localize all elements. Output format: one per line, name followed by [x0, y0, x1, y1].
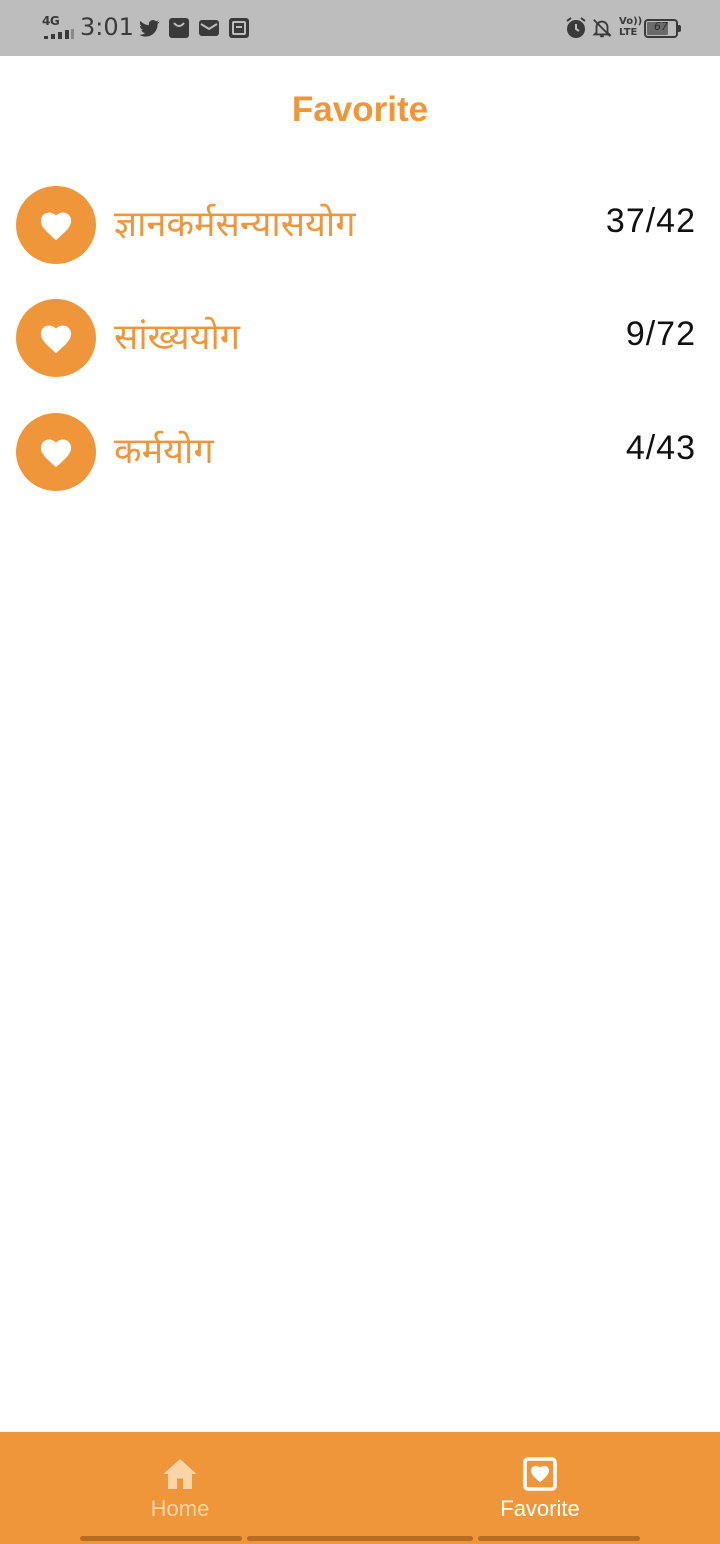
shopping-bag-icon [169, 18, 189, 38]
nav-favorite-tab[interactable]: Favorite [360, 1432, 720, 1544]
home-icon [163, 1459, 197, 1489]
volte-indicator: Vo)) LTE [619, 16, 643, 38]
status-time: 3:01 [80, 13, 134, 41]
bottom-navigation: Home Favorite [0, 1432, 720, 1544]
gesture-bar-center[interactable] [247, 1536, 473, 1541]
status-bar: 4G 3:01 Vo)) LTE 67 [0, 0, 720, 56]
alarm-icon [566, 17, 586, 38]
network-type: 4G [42, 14, 60, 28]
heart-icon [40, 325, 72, 354]
signal-indicator: 4G [42, 14, 74, 40]
chapter-name: ज्ञानकर्मसन्यासयोग [114, 204, 356, 245]
verse-count: 4/43 [625, 429, 696, 467]
volte-label: Vo)) [619, 16, 643, 27]
favorite-heart-button[interactable] [16, 299, 96, 377]
heart-square-icon [523, 1457, 557, 1491]
chapter-name: सांख्ययोग [114, 317, 241, 358]
lte-label: LTE [619, 27, 638, 38]
page-title: Favorite [291, 90, 429, 129]
list-item[interactable]: सांख्ययोग 9/72 [0, 293, 720, 383]
twitter-icon [139, 20, 160, 37]
verse-count: 9/72 [625, 315, 696, 353]
favorite-heart-button[interactable] [16, 186, 96, 264]
nav-home-tab[interactable]: Home [0, 1432, 360, 1544]
mail-icon [199, 20, 219, 36]
inbox-icon [229, 18, 249, 38]
nav-home-label: Home [150, 1496, 210, 1521]
bell-off-icon [592, 19, 612, 38]
battery-level: 67 [654, 20, 668, 33]
favorite-heart-button[interactable] [16, 413, 96, 491]
battery-icon: 67 [644, 19, 681, 38]
heart-icon [40, 439, 72, 468]
list-item[interactable]: कर्मयोग 4/43 [0, 407, 720, 497]
gesture-bar-left [80, 1536, 242, 1541]
heart-icon [40, 212, 72, 241]
verse-count: 37/42 [605, 202, 696, 240]
nav-favorite-label: Favorite [500, 1496, 580, 1521]
gesture-bar-right [478, 1536, 640, 1541]
list-item[interactable]: ज्ञानकर्मसन्यासयोग 37/42 [0, 180, 720, 270]
chapter-name: कर्मयोग [114, 431, 214, 472]
signal-bars-icon [44, 29, 74, 39]
